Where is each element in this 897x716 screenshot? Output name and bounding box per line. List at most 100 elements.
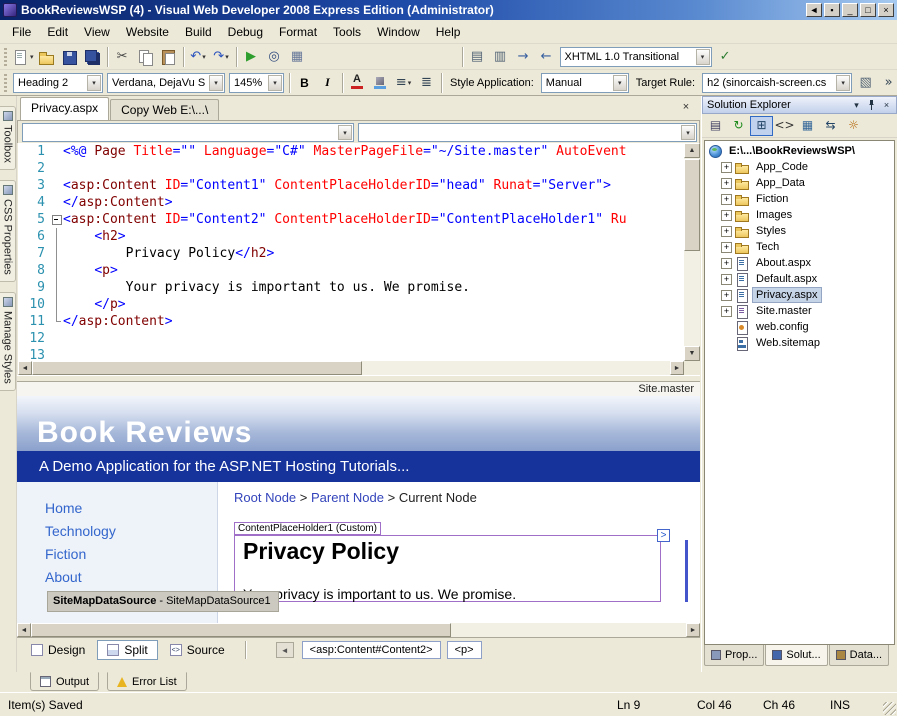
menu-window[interactable]: Window [369, 22, 428, 42]
css-properties-tab[interactable]: CSS Properties [0, 180, 16, 282]
dropdown-arrow-icon[interactable]: ▾ [836, 75, 850, 91]
menu-website[interactable]: Website [118, 22, 177, 42]
copy-website-button[interactable]: ⇆ [819, 116, 842, 136]
output-tab[interactable]: Output [30, 672, 99, 691]
tree-item-default-aspx[interactable]: +Default.aspx [705, 271, 894, 287]
comment-button[interactable]: ▤ [466, 46, 489, 68]
menu-file[interactable]: File [4, 22, 39, 42]
design-view[interactable]: Book Reviews A Demo Application for the … [17, 396, 700, 623]
design-horizontal-scrollbar[interactable]: ◄ ► [17, 623, 700, 637]
expand-icon[interactable]: + [721, 178, 732, 189]
start-debugging-button[interactable]: ▶ [240, 46, 263, 68]
breadcrumb-link[interactable]: Parent Node [311, 490, 384, 505]
nav-link-about[interactable]: About [45, 569, 116, 585]
expand-icon[interactable]: + [721, 194, 732, 205]
tree-item-privacy-aspx[interactable]: +Privacy.aspx [705, 287, 894, 303]
scroll-right-icon[interactable]: ► [686, 623, 700, 637]
menu-format[interactable]: Format [271, 22, 325, 42]
dropdown-arrow-icon[interactable]: ▾ [681, 125, 695, 140]
menu-edit[interactable]: Edit [39, 22, 76, 42]
find-button[interactable]: ◎ [263, 46, 286, 68]
toolbox-tab[interactable]: Toolbox [0, 106, 16, 170]
tree-item-site-master[interactable]: +Site.master [705, 303, 894, 319]
resize-grip[interactable] [883, 702, 896, 715]
new-website-button[interactable]: ▾ [11, 46, 35, 68]
nav-link-home[interactable]: Home [45, 500, 116, 516]
cut-button[interactable]: ✂ [111, 46, 134, 68]
event-dropdown[interactable]: ▾ [358, 123, 697, 142]
manage-styles-tab[interactable]: Manage Styles [0, 292, 16, 391]
close-icon[interactable]: × [879, 98, 894, 112]
view-code-button[interactable]: <> [773, 116, 796, 136]
italic-button[interactable]: I [316, 72, 339, 94]
dropdown-arrow-icon[interactable]: ▾ [87, 75, 101, 91]
doctype-combo[interactable]: XHTML 1.0 Transitional▾ [560, 47, 712, 67]
tree-item-e-bookreviewswsp[interactable]: E:\...\BookReviewsWSP\ [705, 143, 894, 159]
toolbar-grip[interactable] [4, 48, 7, 66]
tree-item-fiction[interactable]: +Fiction [705, 191, 894, 207]
code-editor[interactable]: 1<%@ Page Title="" Language="C#" MasterP… [18, 143, 684, 361]
expand-icon[interactable]: + [721, 226, 732, 237]
font-color-button[interactable] [346, 72, 369, 94]
horizontal-scrollbar[interactable]: ◄ ► [18, 361, 684, 375]
indent-button[interactable]: → [512, 46, 535, 68]
align-button[interactable]: ≡▾ [392, 72, 415, 94]
doc-tab-copy-web-e[interactable]: Copy Web E:\...\ [110, 99, 219, 120]
scrollbar-thumb[interactable] [31, 623, 451, 637]
split-view-splitter[interactable] [17, 375, 700, 382]
open-file-button[interactable] [35, 46, 58, 68]
maximize-button[interactable]: □ [860, 3, 876, 17]
nav-link-fiction[interactable]: Fiction [45, 546, 116, 562]
properties-button[interactable]: ▤ [704, 116, 727, 136]
minimize-button[interactable]: _ [842, 3, 858, 17]
object-dropdown[interactable]: ▾ [22, 123, 354, 142]
doc-tab-privacy-aspx[interactable]: Privacy.aspx [20, 97, 109, 120]
font-name-combo[interactable]: Verdana, DejaVu S▾ [107, 73, 225, 93]
tree-item-styles[interactable]: +Styles [705, 223, 894, 239]
expand-icon[interactable]: + [721, 274, 732, 285]
database-explorer-tab[interactable]: Data... [829, 645, 889, 666]
view-designer-button[interactable]: ▦ [796, 116, 819, 136]
dropdown-arrow-icon[interactable]: ▾ [696, 49, 710, 65]
paste-button[interactable] [157, 46, 180, 68]
master-page-label[interactable]: Site.master [638, 383, 694, 395]
scroll-left-icon[interactable]: ◄ [17, 623, 31, 637]
menu-debug[interactable]: Debug [220, 22, 271, 42]
expand-icon[interactable]: + [721, 242, 732, 253]
tag-nav-left-icon[interactable]: ◄ [276, 642, 294, 658]
undo-button[interactable]: ↶▾ [187, 46, 210, 68]
smart-tag-button[interactable]: > [657, 529, 670, 542]
scrollbar-thumb[interactable] [32, 361, 362, 375]
font-size-combo[interactable]: 145%▾ [229, 73, 284, 93]
pin-icon[interactable] [864, 98, 879, 112]
contentplaceholder-region[interactable]: Privacy Policy Your privacy is important… [234, 535, 661, 602]
outdent-button[interactable]: ← [535, 46, 558, 68]
expand-icon[interactable]: + [721, 210, 732, 221]
scroll-right-icon[interactable]: ► [670, 361, 684, 375]
tree-item-about-aspx[interactable]: +About.aspx [705, 255, 894, 271]
properties-tab[interactable]: Prop... [704, 645, 764, 666]
solution-explorer-tab[interactable]: Solut... [765, 645, 827, 666]
vertical-scrollbar[interactable]: ▲ ▼ [684, 143, 700, 361]
sitemapdatasource-control[interactable]: SiteMapDataSource - SiteMapDataSource1 [47, 591, 279, 612]
block-format-combo[interactable]: Heading 2▾ [13, 73, 103, 93]
error-list-tab[interactable]: Error List [107, 672, 187, 691]
window-position-icon[interactable]: ▾ [849, 98, 864, 112]
overflow-button[interactable]: » [877, 72, 897, 94]
tree-item-web-config[interactable]: web.config [705, 319, 894, 335]
configuration-button[interactable]: ▦ [286, 46, 309, 68]
target-rule-combo[interactable]: h2 (sinorcaish-screen.cs▾ [702, 73, 852, 93]
expand-icon[interactable]: + [721, 258, 732, 269]
nav-link-technology[interactable]: Technology [45, 523, 116, 539]
titlebar-extra-button-1[interactable]: ◄ [806, 3, 822, 17]
tree-item-app-data[interactable]: +App_Data [705, 175, 894, 191]
split-view-button[interactable]: Split [97, 640, 157, 660]
dropdown-arrow-icon[interactable]: ▾ [338, 125, 352, 140]
new-style-button[interactable]: ▧ [854, 72, 877, 94]
aspnet-configuration-button[interactable]: ☼ [842, 116, 865, 136]
toolbar-grip[interactable] [4, 74, 7, 92]
dropdown-arrow-icon[interactable]: ▾ [613, 75, 627, 91]
menu-tools[interactable]: Tools [325, 22, 369, 42]
scrollbar-thumb[interactable] [684, 159, 700, 251]
validation-button[interactable]: ✓ [714, 46, 737, 68]
